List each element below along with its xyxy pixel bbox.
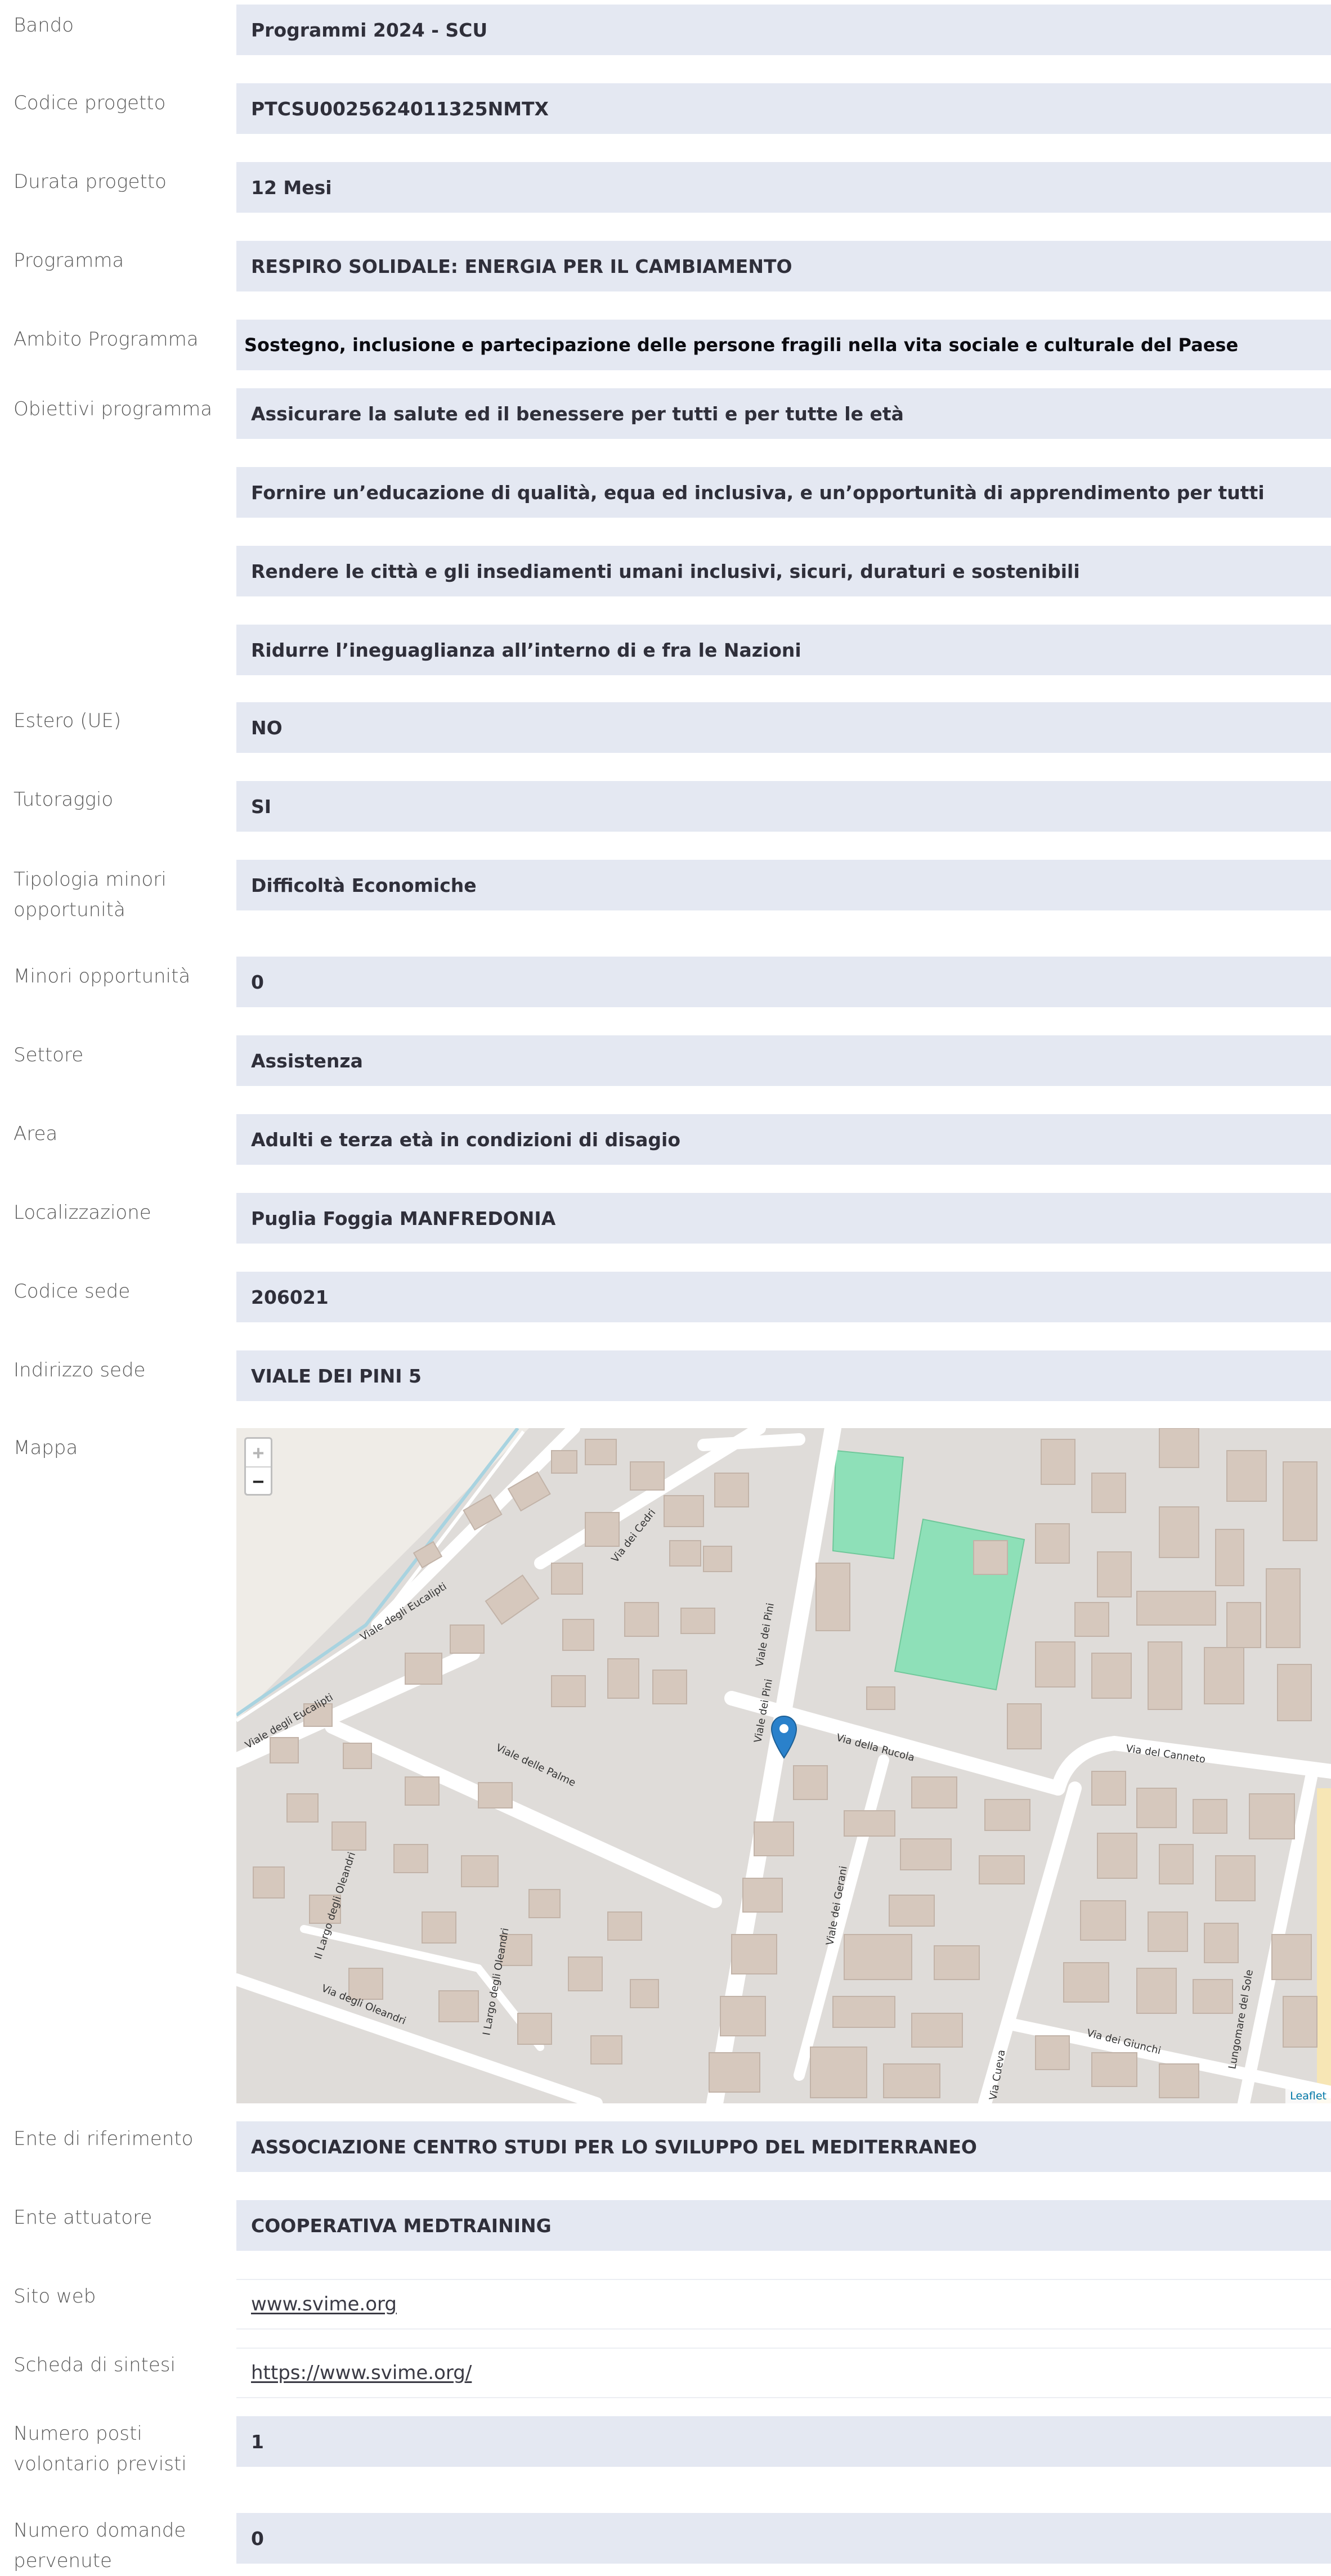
field-label: Localizzazione — [14, 1201, 151, 1224]
field-value: Puglia Foggia MANFREDONIA — [236, 1193, 1331, 1244]
field-label: Scheda di sintesi — [14, 2354, 176, 2376]
zoom-out-button[interactable]: − — [246, 1467, 271, 1494]
field-value: Adulti e terza età in condizioni di disa… — [236, 1114, 1331, 1165]
field-value: RESPIRO SOLIDALE: ENERGIA PER IL CAMBIAM… — [236, 241, 1331, 291]
map-attribution[interactable]: Leaflet — [1285, 2089, 1331, 2103]
field-label: Ente di riferimento — [14, 2128, 194, 2150]
field-value: Sostegno, inclusione e partecipazione de… — [236, 320, 1331, 370]
field-value: Fornire un’educazione di qualità, equa e… — [236, 467, 1331, 518]
field-value: NO — [236, 702, 1331, 753]
field-label: Mappa — [14, 1437, 78, 1459]
field-value: Difficoltà Economiche — [236, 860, 1331, 910]
field-value: 1 — [236, 2416, 1331, 2467]
field-label: Indirizzo sede — [14, 1359, 146, 1381]
field-label: Bando — [14, 14, 74, 37]
field-label: Codice progetto — [14, 92, 166, 114]
field-label: Ente attuatore — [14, 2206, 153, 2229]
field-label: Programma — [14, 249, 124, 272]
field-label: Numero domande pervenute — [14, 2519, 186, 2572]
field-label: Ambito Programma — [14, 328, 199, 351]
map-view[interactable]: Via dei Cedri Viale degli Eucalipti Vial… — [236, 1428, 1331, 2103]
field-value: PTCSU0025624011325NMTX — [236, 83, 1331, 134]
field-value: VIALE DEI PINI 5 — [236, 1350, 1331, 1401]
field-value: 0 — [236, 957, 1331, 1007]
map-tiles[interactable]: Via dei Cedri Viale degli Eucalipti Vial… — [236, 1428, 1331, 2103]
field-value: Ridurre l’ineguaglianza all’interno di e… — [236, 625, 1331, 675]
field-value: COOPERATIVA MEDTRAINING — [236, 2200, 1331, 2251]
field-label: Settore — [14, 1044, 84, 1066]
zoom-in-button[interactable]: + — [246, 1439, 271, 1467]
field-label: Sito web — [14, 2285, 96, 2308]
field-label: Numero posti volontario previsti — [14, 2422, 187, 2475]
field-value: 12 Mesi — [236, 162, 1331, 213]
field-value: Assicurare la salute ed il benessere per… — [236, 388, 1331, 439]
field-label: Estero (UE) — [14, 710, 122, 732]
zoom-control: + − — [244, 1437, 272, 1496]
map-marker-icon[interactable] — [770, 1715, 798, 1760]
field-value: Programmi 2024 - SCU — [236, 5, 1331, 55]
website-link[interactable]: www.svime.org — [236, 2279, 1331, 2330]
field-label: Area — [14, 1123, 58, 1145]
field-value: 206021 — [236, 1272, 1331, 1322]
field-label: Durata progetto — [14, 170, 167, 193]
field-label: Minori opportunità — [14, 965, 191, 988]
field-value: ASSOCIAZIONE CENTRO STUDI PER LO SVILUPP… — [236, 2121, 1331, 2172]
field-label: Codice sede — [14, 1280, 131, 1303]
field-value: 0 — [236, 2513, 1331, 2564]
field-value: Rendere le città e gli insediamenti uman… — [236, 546, 1331, 596]
field-label: Tutoraggio — [14, 788, 114, 811]
field-value: SI — [236, 781, 1331, 832]
summary-sheet-link[interactable]: https://www.svime.org/ — [236, 2348, 1331, 2398]
field-label: Tipologia minori opportunità — [14, 868, 167, 921]
field-value: Assistenza — [236, 1035, 1331, 1086]
field-label: Obiettivi programma — [14, 398, 213, 420]
